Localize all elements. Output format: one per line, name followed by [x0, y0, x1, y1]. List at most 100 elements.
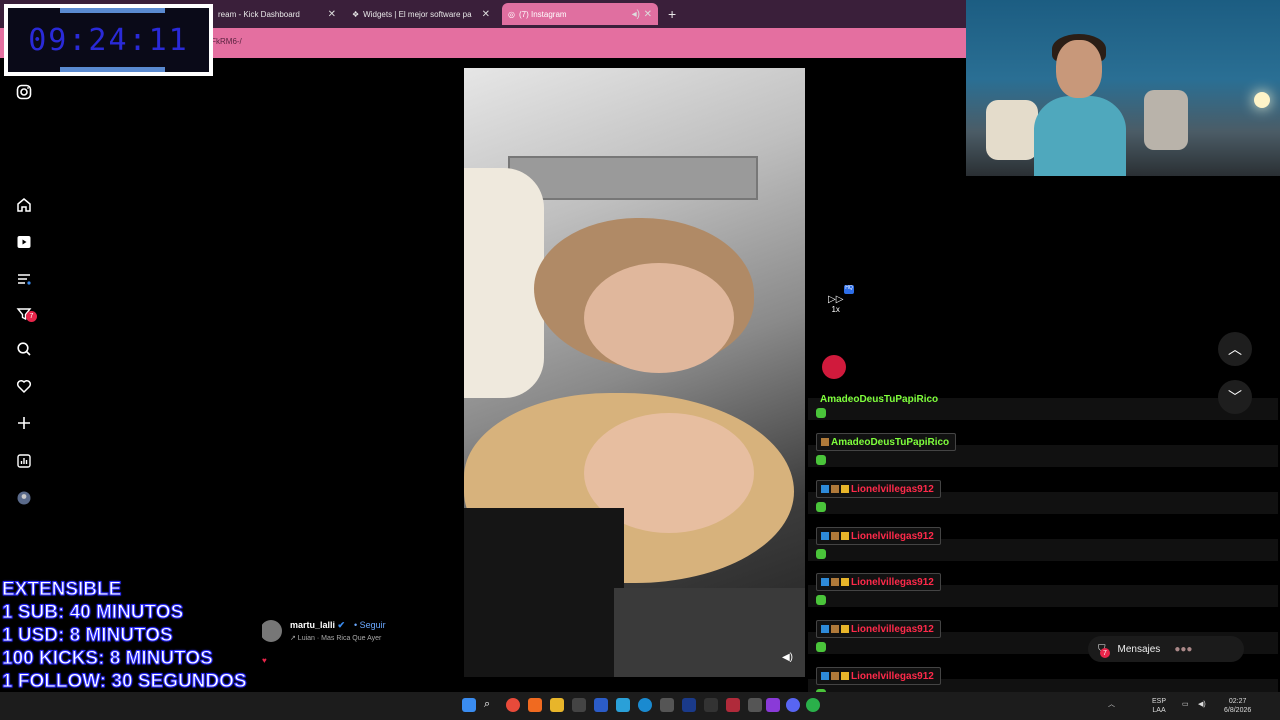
video-shape-face-top: [584, 263, 734, 373]
messages-button[interactable]: ⛉ Mensajes ●●●: [1088, 636, 1244, 662]
app-icon[interactable]: [748, 698, 762, 712]
next-reel-button[interactable]: ﹀: [1218, 380, 1252, 414]
playback-speed-button[interactable]: ▷▷ 1x: [828, 294, 843, 314]
app-icon[interactable]: [572, 698, 586, 712]
previous-reel-button[interactable]: ︿: [1218, 332, 1252, 366]
clock[interactable]: 02:27 6/8/2026: [1224, 697, 1251, 715]
reels-icon[interactable]: [14, 232, 34, 252]
app-icon[interactable]: [726, 698, 740, 712]
close-icon[interactable]: ✕: [644, 9, 652, 20]
mute-icon[interactable]: ◀): [782, 652, 793, 663]
capcut-icon[interactable]: [704, 698, 718, 712]
video-shape-top-black: [464, 508, 624, 677]
screen: ream - Kick Dashboard ✕ ❖ Widgets | El m…: [0, 0, 1280, 720]
author-name[interactable]: martu_lalli ✔: [290, 620, 345, 631]
app-icon[interactable]: [616, 698, 630, 712]
instagram-favicon-icon: ◎: [508, 9, 515, 19]
photoshop-icon[interactable]: [682, 698, 696, 712]
close-icon[interactable]: ✕: [482, 9, 490, 20]
chat-row: AmadeoDeusTuPapiRico: [816, 390, 944, 408]
stream-chat-overlay: AmadeoDeusTuPapiRico AmadeoDeusTuPapiRic…: [808, 390, 1280, 720]
edge-icon[interactable]: [638, 698, 652, 712]
chat-username: Lionelvillegas912: [851, 530, 934, 542]
streamer: [1034, 34, 1126, 176]
sword-badge-icon: [831, 485, 839, 493]
author-avatar[interactable]: [260, 620, 282, 642]
subathon-rules-overlay: EXTENSIBLE 1 SUB: 40 MINUTOS 1 USD: 8 MI…: [0, 576, 262, 694]
brave-icon[interactable]: [528, 698, 542, 712]
timer-bottom-bar: [60, 67, 165, 72]
verified-icon: ✔: [337, 620, 346, 630]
chat-row: Lionelvillegas912: [816, 620, 941, 638]
reel-video[interactable]: ◀): [464, 68, 805, 677]
search-icon[interactable]: [14, 339, 34, 359]
heart-icon[interactable]: [14, 376, 34, 396]
cam-chair: [1144, 90, 1188, 150]
search-icon[interactable]: ⌕: [484, 698, 498, 712]
chat-username: Lionelvillegas912: [851, 670, 934, 682]
language-indicator[interactable]: ESP LAA: [1152, 697, 1166, 715]
word-icon[interactable]: [594, 698, 608, 712]
cam-lamp: [1254, 92, 1270, 108]
app-icon[interactable]: [806, 698, 820, 712]
discord-icon[interactable]: [786, 698, 800, 712]
gift-badge-icon: [841, 578, 849, 586]
subathon-line: 1 USD: 8 MINUTOS: [2, 625, 174, 647]
folder-icon[interactable]: [550, 698, 564, 712]
speed-value: 1x: [831, 305, 840, 314]
sword-badge-icon: [831, 672, 839, 680]
home-icon[interactable]: [14, 195, 34, 215]
tray-chevron-icon[interactable]: ︿: [1108, 700, 1115, 709]
sword-badge-icon: [831, 578, 839, 586]
new-tab-button[interactable]: +: [662, 3, 682, 25]
subathon-line: 100 KICKS: 8 MINUTOS: [2, 648, 214, 670]
tab-label: ream - Kick Dashboard: [218, 9, 300, 19]
gift-badge-icon: [841, 532, 849, 540]
messages-badge: 7: [1100, 648, 1110, 658]
subathon-line: EXTENSIBLE: [2, 579, 122, 601]
chat-emote-icon: [816, 502, 826, 512]
chevron-up-icon: ︿: [1228, 341, 1242, 357]
subscriber-badge-icon: [821, 532, 829, 540]
hq-badge: HQ: [844, 285, 854, 294]
timer-top-bar: [60, 8, 165, 13]
song-label[interactable]: ↗ Luian · Mas Rica Que Ayer: [290, 634, 381, 642]
create-plus-icon[interactable]: [14, 413, 34, 433]
cam-chair: [986, 100, 1038, 160]
tab-instagram[interactable]: ◎ (7) Instagram ◂) ✕: [502, 3, 658, 25]
record-button[interactable]: [822, 355, 846, 379]
subscriber-badge-icon: [821, 485, 829, 493]
chrome-icon[interactable]: [506, 698, 520, 712]
twitch-icon[interactable]: [766, 698, 780, 712]
video-shape-floor: [614, 588, 805, 677]
instagram-logo-icon[interactable]: [14, 82, 34, 102]
sword-badge-icon: [821, 438, 829, 446]
app-icon[interactable]: [660, 698, 674, 712]
tab-label: (7) Instagram: [518, 9, 567, 19]
follow-button[interactable]: • Seguir: [354, 620, 386, 630]
chat-row: Lionelvillegas912: [816, 480, 941, 498]
speaker-icon[interactable]: ◂): [632, 9, 640, 20]
gift-badge-icon: [841, 672, 849, 680]
tab-kick-dashboard[interactable]: ream - Kick Dashboard ✕: [212, 3, 342, 25]
subscriber-badge-icon: [821, 578, 829, 586]
chat-emote-icon: [816, 455, 826, 465]
chat-username: Lionelvillegas912: [851, 576, 934, 588]
network-icon[interactable]: ▭: [1182, 700, 1189, 709]
chat-row: Lionelvillegas912: [816, 527, 941, 545]
feed-list-icon[interactable]: [14, 269, 34, 289]
chat-emote-icon: [816, 408, 826, 418]
windows-start-icon[interactable]: [462, 698, 476, 712]
chat-username: Lionelvillegas912: [851, 623, 934, 635]
stats-icon[interactable]: [14, 451, 34, 471]
close-icon[interactable]: ✕: [328, 9, 336, 20]
language-code: ESP: [1152, 698, 1167, 705]
new-tab-label: +: [668, 6, 677, 22]
tab-widgets[interactable]: ❖ Widgets | El mejor software pa ✕: [346, 3, 496, 25]
chat-emote-icon: [816, 595, 826, 605]
profile-avatar-icon[interactable]: [14, 488, 34, 508]
volume-icon[interactable]: ◀): [1198, 700, 1206, 709]
author-username[interactable]: martu_lalli: [290, 620, 335, 630]
streamer-body: [1034, 96, 1126, 176]
streamer-head: [1056, 40, 1102, 98]
